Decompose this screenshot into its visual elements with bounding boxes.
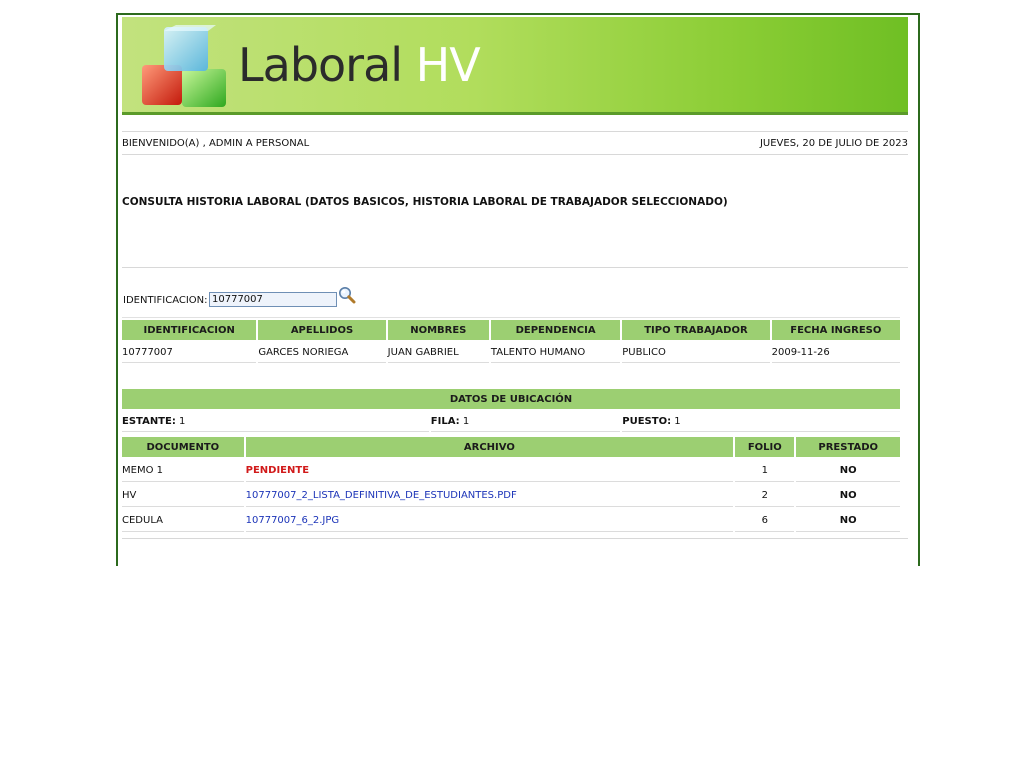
logo-cubes-icon (142, 25, 226, 107)
cell-tipo-trabajador: PUBLICO (622, 342, 770, 363)
identificacion-input[interactable] (209, 292, 337, 307)
magnifier-icon[interactable] (338, 286, 356, 304)
col-documento: DOCUMENTO (122, 437, 244, 457)
cell-archivo: 10777007_6_2.JPG (245, 509, 734, 532)
puesto-label: PUESTO: (622, 415, 672, 427)
col-identificacion: IDENTIFICACION (122, 320, 257, 340)
cell-prestado: NO (796, 509, 900, 532)
table-header-row: DOCUMENTO ARCHIVO FOLIO PRESTADO (122, 437, 900, 457)
page-frame: Laboral HV BIENVENIDO(A) , ADMIN A PERSO… (116, 13, 920, 566)
col-tipo-trabajador: TIPO TRABAJADOR (622, 320, 770, 340)
col-prestado: PRESTADO (796, 437, 900, 457)
col-archivo: ARCHIVO (245, 437, 734, 457)
identificacion-label: IDENTIFICACION: (123, 295, 208, 306)
file-link[interactable]: 10777007_6_2.JPG (246, 515, 340, 526)
col-dependencia: DEPENDENCIA (490, 320, 621, 340)
table-header-row: IDENTIFICACION APELLIDOS NOMBRES DEPENDE… (122, 320, 900, 340)
table-row: MEMO 1 PENDIENTE 1 NO (122, 459, 900, 482)
file-link[interactable]: 10777007_2_LISTA_DEFINITIVA_DE_ESTUDIANT… (246, 490, 517, 501)
cell-folio: 1 (735, 459, 795, 482)
brand-logo-text: Laboral HV (238, 35, 481, 95)
divider (122, 267, 908, 268)
fila-label: FILA: (430, 415, 460, 427)
location-title: DATOS DE UBICACIÓN (122, 389, 900, 409)
documents-table: DOCUMENTO ARCHIVO FOLIO PRESTADO MEMO 1 … (120, 435, 902, 534)
worker-table: IDENTIFICACION APELLIDOS NOMBRES DEPENDE… (120, 318, 902, 365)
col-nombres: NOMBRES (387, 320, 489, 340)
brand-word-2: HV (415, 38, 481, 92)
puesto-cell: PUESTO: 1 (622, 411, 900, 432)
cell-documento: CEDULA (122, 509, 244, 532)
cell-documento: HV (122, 484, 244, 507)
col-fecha-ingreso: FECHA INGRESO (771, 320, 900, 340)
page-title: CONSULTA HISTORIA LABORAL (DATOS BASICOS… (122, 196, 728, 208)
cell-folio: 6 (735, 509, 795, 532)
cell-fecha-ingreso: 2009-11-26 (771, 342, 900, 363)
fila-cell: FILA: 1 (430, 411, 621, 432)
location-title-row: DATOS DE UBICACIÓN (122, 389, 900, 409)
table-row: CEDULA 10777007_6_2.JPG 6 NO (122, 509, 900, 532)
table-row: 10777007 GARCES NORIEGA JUAN GABRIEL TAL… (122, 342, 900, 363)
brand-word-1: Laboral (238, 38, 403, 92)
location-row: ESTANTE: 1 FILA: 1 PUESTO: 1 (122, 411, 900, 432)
cell-prestado: NO (796, 459, 900, 482)
puesto-value: 1 (674, 415, 681, 427)
fila-value: 1 (462, 415, 470, 427)
cell-archivo: 10777007_2_LISTA_DEFINITIVA_DE_ESTUDIANT… (245, 484, 734, 507)
estante-label: ESTANTE: (122, 415, 176, 427)
cell-nombres: JUAN GABRIEL (387, 342, 489, 363)
table-row: HV 10777007_2_LISTA_DEFINITIVA_DE_ESTUDI… (122, 484, 900, 507)
cell-dependencia: TALENTO HUMANO (490, 342, 621, 363)
estante-cell: ESTANTE: 1 (122, 411, 429, 432)
welcome-text: BIENVENIDO(A) , ADMIN A PERSONAL (122, 138, 310, 149)
pending-status: PENDIENTE (245, 464, 310, 476)
cell-folio: 2 (735, 484, 795, 507)
cell-archivo: PENDIENTE (245, 459, 734, 482)
current-date: JUEVES, 20 DE JULIO DE 2023 (759, 138, 908, 149)
location-table: DATOS DE UBICACIÓN ESTANTE: 1 FILA: 1 PU… (120, 387, 902, 434)
cell-identificacion: 10777007 (122, 342, 257, 363)
divider (122, 538, 908, 539)
cell-prestado: NO (796, 484, 900, 507)
cell-apellidos: GARCES NORIEGA (258, 342, 386, 363)
col-folio: FOLIO (735, 437, 795, 457)
cell-documento: MEMO 1 (122, 459, 244, 482)
estante-value: 1 (179, 415, 186, 427)
welcome-bar: BIENVENIDO(A) , ADMIN A PERSONAL JUEVES,… (122, 131, 908, 155)
banner: Laboral HV (122, 17, 908, 115)
col-apellidos: APELLIDOS (258, 320, 386, 340)
